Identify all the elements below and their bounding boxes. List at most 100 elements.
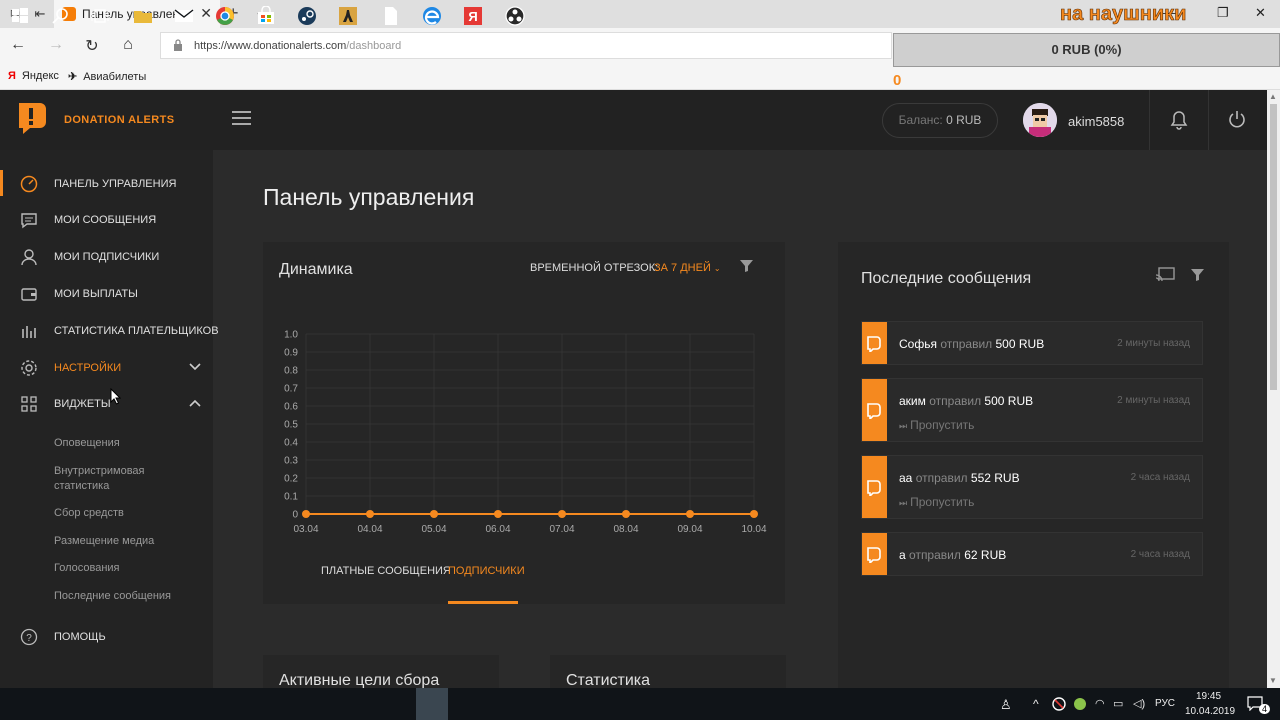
mail-icon[interactable] xyxy=(174,6,194,26)
bell-icon[interactable] xyxy=(1169,110,1189,130)
message-badge xyxy=(862,533,887,575)
home-button[interactable]: ⌂ xyxy=(118,36,138,54)
sidebar-sub-last-messages[interactable]: Последние сообщения xyxy=(54,589,174,604)
chart-y-tick-label: 0.9 xyxy=(284,348,298,359)
scroll-down-icon[interactable]: ▼ xyxy=(1269,676,1277,685)
sidebar-item-dashboard[interactable]: Панель управления xyxy=(0,166,213,202)
skip-button[interactable]: ⏭ Пропустить xyxy=(899,418,974,432)
overlay-goal-label: 0 RUB (0%) xyxy=(1051,42,1122,57)
volume-icon[interactable]: ◁) xyxy=(1133,697,1145,710)
svg-text:?: ? xyxy=(26,633,32,644)
chart-y-tick-label: 0.1 xyxy=(284,492,298,503)
chart-grid xyxy=(305,333,755,515)
edge-icon[interactable] xyxy=(422,6,442,26)
people-icon[interactable]: ♙ xyxy=(1000,697,1012,713)
sidebar-sub-stream-stats[interactable]: Внутристримовая статистика xyxy=(54,464,174,494)
menu-toggle-icon[interactable] xyxy=(232,111,251,125)
avatar[interactable] xyxy=(1023,103,1057,137)
skip-button[interactable]: ⏭ Пропустить xyxy=(899,495,974,509)
sidebar-item-subscribers[interactable]: Мои подписчики xyxy=(0,239,213,275)
yandex-browser-icon[interactable]: Я xyxy=(463,6,483,26)
scroll-thumb[interactable] xyxy=(1270,104,1277,390)
message-item[interactable]: аа отправил 552 RUB 2 часа назад ⏭ Пропус… xyxy=(861,455,1203,519)
sidebar-sub-alerts[interactable]: Оповещения xyxy=(54,436,174,451)
donationalerts-logo-icon[interactable] xyxy=(16,100,48,136)
refresh-button[interactable]: ↻ xyxy=(82,36,102,56)
chart-x-tick-label: 07.04 xyxy=(549,524,574,535)
restore-button[interactable]: ❐ xyxy=(1217,5,1229,21)
url-field[interactable]: https://www.donationalerts.com/dashboard xyxy=(160,32,892,59)
tab-subscribers[interactable]: Подписчики xyxy=(448,565,525,577)
sidebar-sub-media[interactable]: Размещение медиа xyxy=(54,534,174,549)
chrome-icon[interactable] xyxy=(215,6,235,26)
sidebar-sub-polls[interactable]: Голосования xyxy=(54,561,174,576)
chart-y-tick-label: 0.3 xyxy=(284,456,298,467)
power-icon[interactable] xyxy=(1227,109,1247,129)
tray-app-icon[interactable] xyxy=(1052,697,1066,711)
clock-time[interactable]: 19:45 xyxy=(1196,691,1221,702)
game-app-icon[interactable] xyxy=(338,6,358,26)
active-tab-indicator xyxy=(448,601,518,604)
message-item[interactable]: а отправил 62 RUB 2 часа назад xyxy=(861,532,1203,576)
obs-icon[interactable] xyxy=(505,6,525,26)
clock-date[interactable]: 10.04.2019 xyxy=(1185,706,1235,717)
gear-icon xyxy=(21,360,37,376)
message-item[interactable]: аким отправил 500 RUB 2 минуты назад ⏭ Пр… xyxy=(861,378,1203,442)
sidebar-item-help[interactable]: ? Помощь xyxy=(0,619,213,655)
period-select[interactable]: За 7 дней ⌄ xyxy=(654,262,721,274)
back-tabs-icon[interactable]: ⇤ xyxy=(31,5,49,23)
chart-y-tick-label: 0.5 xyxy=(284,420,298,431)
sidebar-item-messages[interactable]: Мои сообщения xyxy=(0,202,213,238)
search-icon[interactable] xyxy=(51,6,71,26)
yandex-icon: Я xyxy=(8,70,16,82)
skip-icon: ⏭ xyxy=(899,421,908,431)
svg-text:Я: Я xyxy=(468,9,477,24)
sidebar-item-payouts[interactable]: Мои выплаты xyxy=(0,276,213,312)
url-text: https://www.donationalerts.com/dashboard xyxy=(194,40,402,52)
store-icon[interactable] xyxy=(256,6,276,26)
chart-point xyxy=(430,510,438,518)
chevron-down-icon[interactable] xyxy=(189,363,201,371)
window-close-button[interactable]: ✕ xyxy=(1255,5,1266,21)
sidebar-item-settings[interactable]: Настройки xyxy=(0,350,213,386)
tray-game-icon[interactable] xyxy=(1073,697,1087,711)
header-divider xyxy=(1208,90,1209,150)
bookmark-yandex[interactable]: Я Яндекс xyxy=(8,70,59,82)
balance-pill: Баланс: 0 RUB xyxy=(882,103,998,138)
forward-button[interactable]: → xyxy=(46,36,66,54)
message-text: а отправил 62 RUB xyxy=(899,548,1007,562)
windows-start-icon[interactable] xyxy=(10,6,30,26)
network-icon[interactable]: ◠ xyxy=(1095,697,1105,710)
message-item[interactable]: Софья отправил 500 RUB 2 минуты назад xyxy=(861,321,1203,365)
cast-icon[interactable] xyxy=(1155,267,1175,283)
task-view-icon[interactable] xyxy=(90,6,110,26)
sidebar-item-widgets[interactable]: Виджеты xyxy=(0,386,213,422)
tray-chevron-icon[interactable]: ^ xyxy=(1033,697,1039,711)
scroll-up-icon[interactable]: ▲ xyxy=(1269,92,1277,101)
page-scrollbar[interactable]: ▲ ▼ xyxy=(1267,90,1280,688)
tab-paid-messages[interactable]: Платные сообщения xyxy=(321,565,451,577)
donation-icon xyxy=(867,480,881,496)
lock-icon xyxy=(174,39,182,51)
chart-x-tick-label: 06.04 xyxy=(485,524,510,535)
language-indicator[interactable]: РУС xyxy=(1155,698,1175,709)
filter-icon[interactable] xyxy=(740,259,753,272)
notification-count-badge: 4 xyxy=(1259,704,1271,714)
sidebar-item-payer-stats[interactable]: Статистика плательщиков xyxy=(0,313,219,349)
back-button[interactable]: ← xyxy=(8,36,28,54)
avatar-image-icon xyxy=(1023,103,1057,137)
bookmark-avia[interactable]: ✈ Авиабилеты xyxy=(68,70,146,83)
message-text: Софья отправил 500 RUB xyxy=(899,337,1045,351)
steam-icon[interactable] xyxy=(297,6,317,26)
plane-icon: ✈ xyxy=(68,71,78,83)
file-explorer-icon[interactable] xyxy=(133,6,153,26)
battery-icon[interactable]: ▭ xyxy=(1113,697,1123,710)
username[interactable]: akim5858 xyxy=(1068,114,1124,129)
tab-close-icon[interactable]: ✕ xyxy=(200,5,212,22)
chevron-up-icon[interactable] xyxy=(189,399,201,407)
sidebar-sub-fundraising[interactable]: Сбор средств xyxy=(54,506,174,521)
chart-y-tick-label: 0.2 xyxy=(284,474,298,485)
filter-icon[interactable] xyxy=(1191,268,1204,281)
mouse-cursor-icon xyxy=(110,388,121,405)
file-icon[interactable] xyxy=(381,6,401,26)
